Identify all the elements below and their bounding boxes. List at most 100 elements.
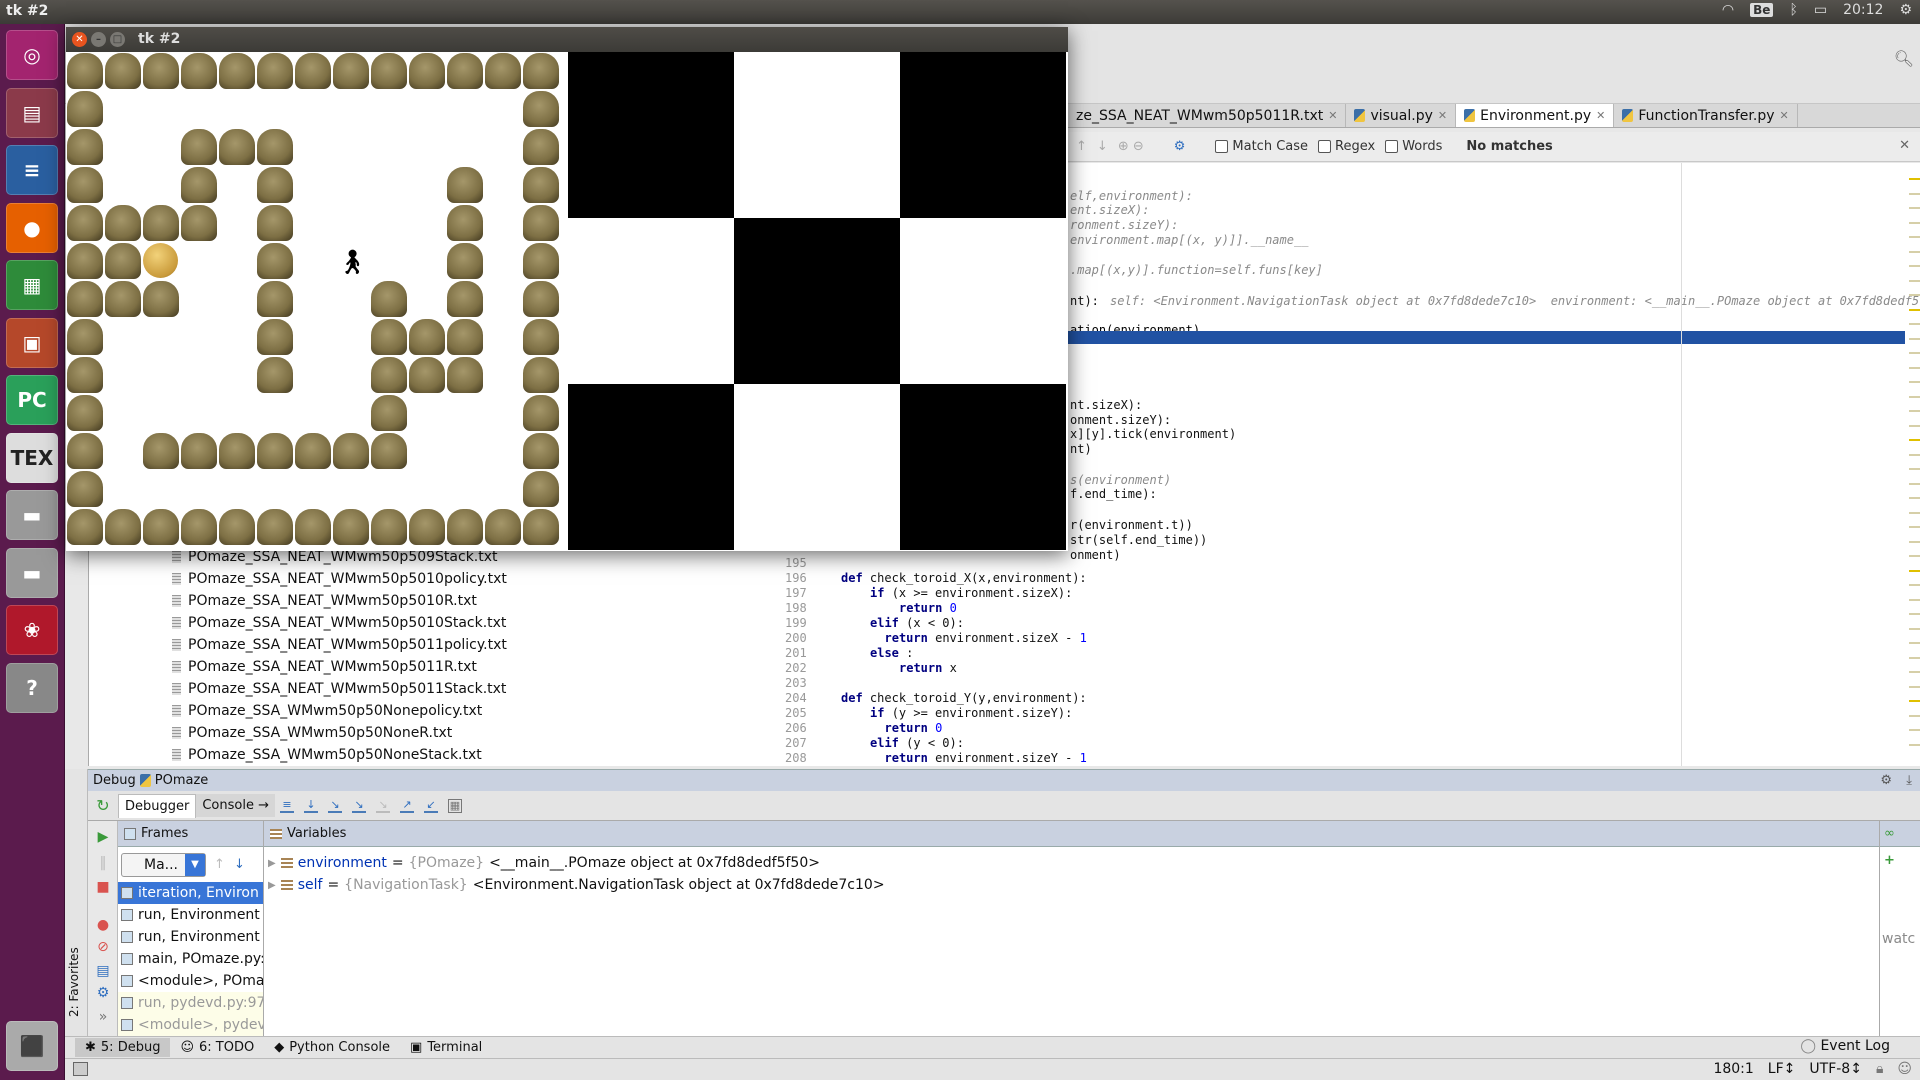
editor-tab[interactable]: visual.py ✕ xyxy=(1346,104,1457,127)
stripe-mark[interactable] xyxy=(1909,439,1920,441)
launcher-calc-icon[interactable]: ▦ xyxy=(6,260,58,310)
file-item[interactable]: POmaze_SSA_WMwm50p50Nonepolicy.txt xyxy=(172,700,482,722)
search-everywhere-icon[interactable]: 🔍︎ xyxy=(1894,49,1914,68)
launcher-impress-icon[interactable]: ▣ xyxy=(6,317,58,368)
step-over-icon[interactable]: ↓ xyxy=(304,798,318,813)
launcher-help-icon[interactable]: ? xyxy=(6,662,58,713)
show-execution-point-icon[interactable]: ≡ xyxy=(280,798,294,813)
step-into-icon[interactable]: ↘ xyxy=(328,798,342,813)
file-item[interactable]: POmaze_SSA_NEAT_WMwm50p5011Stack.txt xyxy=(172,678,506,700)
stripe-mark[interactable] xyxy=(1909,337,1920,340)
tool-tab[interactable]: ☺ 6: TODO xyxy=(170,1038,264,1057)
stripe-mark[interactable] xyxy=(1909,410,1920,412)
stack-frame[interactable]: run, pydevd.py:97 xyxy=(118,992,263,1014)
stripe-mark[interactable] xyxy=(1909,279,1920,282)
evaluate-expression-icon[interactable]: ▦ xyxy=(448,798,462,813)
settings-gear-icon[interactable]: ⚙ xyxy=(95,985,111,1001)
stripe-mark[interactable] xyxy=(1909,526,1920,528)
stripe-mark[interactable] xyxy=(1909,294,1920,296)
thread-selector[interactable]: Ma... ▼ xyxy=(121,853,206,877)
stack-frame[interactable]: <module>, pydevc xyxy=(118,1014,263,1036)
hide-panel-icon[interactable]: ⤓ xyxy=(1906,773,1912,788)
view-breakpoints-icon[interactable]: ● xyxy=(95,917,111,933)
tk-titlebar[interactable]: ✕ – □ tk #2 xyxy=(66,27,1068,52)
stripe-mark[interactable] xyxy=(1909,250,1920,253)
power-gear-icon[interactable]: ⚙ xyxy=(1899,2,1912,18)
launcher-files-icon[interactable]: ▤ xyxy=(6,87,58,138)
wifi-icon[interactable]: ◠ xyxy=(1722,2,1734,18)
previous-frame-icon[interactable]: ↑ xyxy=(214,857,225,872)
stripe-mark[interactable] xyxy=(1909,468,1920,470)
stripe-mark[interactable] xyxy=(1909,569,1920,572)
file-item[interactable]: POmaze_SSA_NEAT_WMwm50p5010Stack.txt xyxy=(172,612,506,634)
inspector-icon[interactable]: ☺ xyxy=(1897,1061,1912,1077)
find-next-icon[interactable]: ↓ xyxy=(1097,139,1108,154)
settings-gear-icon[interactable]: ⚙ xyxy=(1174,139,1186,154)
stripe-mark[interactable] xyxy=(1909,265,1920,267)
file-encoding[interactable]: UTF-8↕ xyxy=(1809,1061,1862,1077)
find-prev-icon[interactable]: ↑ xyxy=(1076,139,1087,154)
close-tab-icon[interactable]: ✕ xyxy=(1780,109,1789,122)
close-tab-icon[interactable]: ✕ xyxy=(1328,109,1337,122)
toggle-tool-windows-icon[interactable] xyxy=(73,1062,88,1076)
launcher-trash-icon[interactable]: ⬛ xyxy=(6,1021,58,1071)
file-item[interactable]: POmaze_SSA_NEAT_WMwm50p5011policy.txt xyxy=(172,634,507,656)
add-watch-icon[interactable]: + xyxy=(1884,853,1895,868)
stripe-mark[interactable] xyxy=(1909,656,1920,659)
tool-tab[interactable]: ◆ Python Console xyxy=(264,1038,400,1057)
event-log-button[interactable]: ◯ Event Log xyxy=(1800,1038,1890,1054)
stripe-mark[interactable] xyxy=(1909,497,1920,499)
tab-console[interactable]: Console → xyxy=(196,794,275,817)
line-separator[interactable]: LF↕ xyxy=(1768,1061,1796,1077)
settings-gear-icon[interactable]: ⚙ xyxy=(1880,773,1892,788)
stripe-mark[interactable] xyxy=(1909,729,1920,731)
stripe-mark[interactable] xyxy=(1909,613,1920,615)
stripe-mark[interactable] xyxy=(1909,700,1920,702)
file-item[interactable]: POmaze_SSA_NEAT_WMwm50p5010R.txt xyxy=(172,590,477,612)
favorites-strip[interactable]: 2: Favorites xyxy=(65,769,88,1036)
editor-tab[interactable]: FunctionTransfer.py ✕ xyxy=(1614,104,1798,127)
minimize-window-button[interactable]: – xyxy=(91,32,106,47)
maze-canvas[interactable]: 🚶︎ xyxy=(66,52,560,546)
stripe-mark[interactable] xyxy=(1909,178,1920,180)
stripe-mark[interactable] xyxy=(1909,685,1920,688)
stripe-mark[interactable] xyxy=(1909,627,1920,630)
words-checkbox[interactable]: Words xyxy=(1385,139,1442,154)
stripe-mark[interactable] xyxy=(1909,743,1920,746)
launcher-writer-icon[interactable]: ≡ xyxy=(6,145,58,195)
stripe-mark[interactable] xyxy=(1909,540,1920,543)
stack-frame[interactable]: main, POmaze.py: xyxy=(118,948,263,970)
stripe-mark[interactable] xyxy=(1909,395,1920,398)
stack-frame[interactable]: iteration, Environ xyxy=(118,882,263,904)
bluetooth-icon[interactable]: ᛒ xyxy=(1789,2,1797,18)
variable-row[interactable]: ▶ self = {NavigationTask} <Environment.Navig… xyxy=(268,874,885,896)
chevron-down-icon[interactable]: ▼ xyxy=(185,854,205,876)
stripe-mark[interactable] xyxy=(1909,511,1920,514)
editor-error-stripe[interactable] xyxy=(1905,163,1920,766)
close-tab-icon[interactable]: ✕ xyxy=(1596,109,1605,122)
stripe-mark[interactable] xyxy=(1909,366,1920,369)
next-frame-icon[interactable]: ↓ xyxy=(234,857,245,872)
restore-layout-icon[interactable]: ▤ xyxy=(95,963,111,979)
stripe-mark[interactable] xyxy=(1909,381,1920,383)
close-window-button[interactable]: ✕ xyxy=(72,32,87,47)
lock-icon[interactable]: 🔒︎ xyxy=(1876,1061,1883,1077)
more-icon[interactable]: » xyxy=(95,1009,111,1025)
close-tab-icon[interactable]: ✕ xyxy=(1438,109,1447,122)
file-item[interactable]: POmaze_SSA_WMwm50p50NoneStack.txt xyxy=(172,744,482,766)
stop-icon[interactable]: ■ xyxy=(95,879,111,895)
stripe-mark[interactable] xyxy=(1909,323,1920,325)
pause-icon[interactable]: ‖ xyxy=(95,855,111,871)
maximize-window-button[interactable]: □ xyxy=(110,32,125,47)
battery-icon[interactable]: ▭ xyxy=(1814,2,1827,18)
file-item[interactable]: POmaze_SSA_NEAT_WMwm50p5011R.txt xyxy=(172,656,477,678)
stripe-mark[interactable] xyxy=(1909,642,1920,644)
find-options-icon[interactable]: ⊕ ⊖ xyxy=(1118,139,1144,154)
tool-tab[interactable]: ▣ Terminal xyxy=(400,1038,492,1057)
launcher-pycharm-icon[interactable]: PC xyxy=(6,375,58,425)
stripe-mark[interactable] xyxy=(1909,671,1920,673)
stack-frame[interactable]: run, Environment xyxy=(118,926,263,948)
stripe-mark[interactable] xyxy=(1909,207,1920,209)
launcher-firefox-icon[interactable]: ● xyxy=(6,202,58,253)
launcher-texmaker-icon[interactable]: TEX xyxy=(6,432,58,483)
